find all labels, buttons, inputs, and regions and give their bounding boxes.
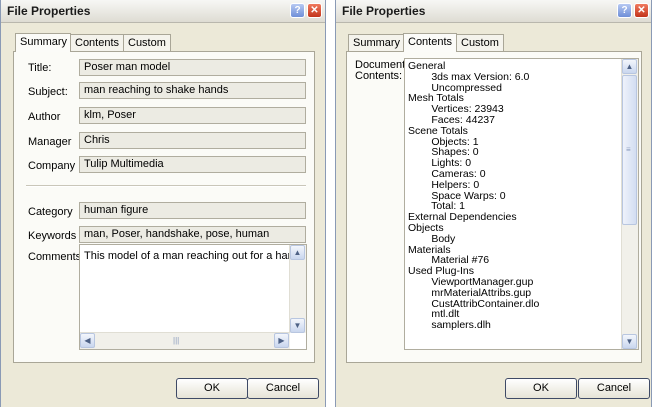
scroll-grip-icon: ≡ <box>626 145 631 154</box>
comments-text: This model of a man reaching out for a h… <box>84 250 290 262</box>
window-title: File Properties <box>7 4 91 18</box>
tab-custom[interactable]: Custom <box>456 34 504 51</box>
title-field[interactable]: Poser man model <box>79 59 306 76</box>
comments-textarea[interactable]: This model of a man reaching out for a h… <box>79 244 307 350</box>
contents-vertical-scrollbar[interactable]: ▲ ≡ ▼ <box>621 59 638 349</box>
category-field[interactable]: human figure <box>79 202 306 219</box>
author-field[interactable]: klm, Poser <box>79 107 306 124</box>
tab-bar: Summary Contents Custom <box>15 33 215 52</box>
title-bar[interactable]: File Properties ? ✕ <box>336 0 651 23</box>
tab-summary[interactable]: Summary <box>15 33 71 52</box>
subject-field[interactable]: man reaching to shake hands <box>79 82 306 99</box>
comments-horizontal-scrollbar[interactable]: ◀ ||| ▶ <box>80 332 290 349</box>
close-icon[interactable]: ✕ <box>634 3 649 18</box>
scroll-up-icon[interactable]: ▲ <box>622 59 637 74</box>
help-icon[interactable]: ? <box>290 3 305 18</box>
file-properties-window-contents: File Properties ? ✕ Summary Contents Cus… <box>335 0 652 407</box>
category-label: Category <box>28 206 73 218</box>
tab-custom[interactable]: Custom <box>123 34 171 51</box>
tab-contents[interactable]: Contents <box>403 33 457 52</box>
document-contents-label: Document Contents: <box>355 59 406 82</box>
cancel-button[interactable]: Cancel <box>247 378 319 399</box>
scroll-grip-icon: ||| <box>173 336 180 345</box>
title-bar[interactable]: File Properties ? ✕ <box>1 0 325 23</box>
document-contents-listbox[interactable]: General 3ds max Version: 6.0 Uncompresse… <box>404 58 639 350</box>
separator <box>26 185 306 187</box>
close-icon[interactable]: ✕ <box>307 3 322 18</box>
comments-label: Comments <box>28 251 82 263</box>
ok-button[interactable]: OK <box>505 378 577 399</box>
title-label: Title: <box>28 62 52 74</box>
keywords-field[interactable]: man, Poser, handshake, pose, human <box>79 226 306 243</box>
contents-tree-text: General 3ds max Version: 6.0 Uncompresse… <box>408 60 540 332</box>
author-label: Author <box>28 111 61 123</box>
scroll-down-icon[interactable]: ▼ <box>290 318 305 333</box>
subject-label: Subject: <box>28 86 68 98</box>
scroll-down-icon[interactable]: ▼ <box>622 334 637 349</box>
company-label: Company <box>28 160 76 172</box>
cancel-button[interactable]: Cancel <box>578 378 650 399</box>
window-title: File Properties <box>342 4 426 18</box>
comments-vertical-scrollbar[interactable]: ▲ ▼ <box>289 245 306 333</box>
manager-field[interactable]: Chris <box>79 132 306 149</box>
company-field[interactable]: Tulip Multimedia <box>79 156 306 173</box>
tab-summary[interactable]: Summary <box>348 34 404 51</box>
help-icon[interactable]: ? <box>617 3 632 18</box>
tab-contents[interactable]: Contents <box>70 34 124 51</box>
ok-button[interactable]: OK <box>176 378 248 399</box>
keywords-label: Keywords <box>28 230 77 242</box>
scroll-right-icon[interactable]: ▶ <box>274 333 289 348</box>
file-properties-window-summary: File Properties ? ✕ Summary Contents Cus… <box>0 0 326 407</box>
manager-label: Manager <box>28 136 72 148</box>
tab-bar: Summary Contents Custom <box>348 33 548 52</box>
scroll-left-icon[interactable]: ◀ <box>80 333 95 348</box>
scroll-up-icon[interactable]: ▲ <box>290 245 305 260</box>
